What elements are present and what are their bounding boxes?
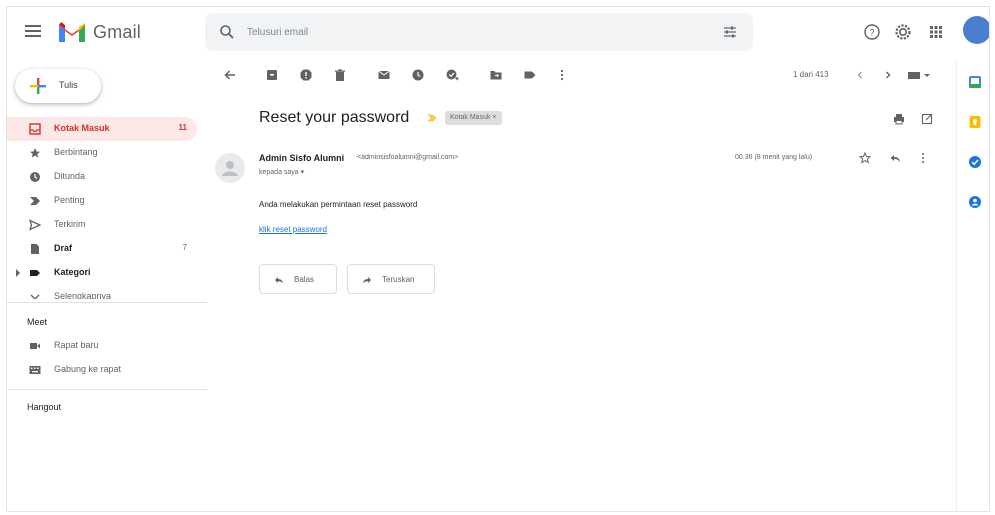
sidebar-item-sent[interactable]: Terkirim — [7, 213, 197, 237]
search-options-icon[interactable] — [723, 25, 737, 39]
side-panel — [956, 61, 989, 511]
calendar-icon[interactable] — [968, 75, 982, 89]
sidebar-item-inbox[interactable]: Kotak Masuk 11 — [7, 117, 197, 141]
unread-count: 11 — [178, 123, 187, 132]
message-toolbar: 1 dari 413 — [207, 61, 952, 91]
compose-plus-icon — [30, 78, 46, 94]
input-tools-keyboard-icon[interactable] — [907, 68, 931, 82]
sidebar-item-snoozed[interactable]: Ditunda — [7, 165, 197, 189]
compose-label: Tulis — [59, 80, 78, 90]
pagination-text: 1 dari 413 — [793, 70, 829, 79]
sidebar-item-label: Draf — [54, 243, 73, 253]
importance-marker-icon[interactable] — [427, 113, 437, 123]
sidebar-item-categories[interactable]: Kategori — [7, 261, 197, 285]
sidebar-item-label: Berbintang — [54, 147, 98, 157]
delete-trash-icon[interactable] — [333, 68, 347, 82]
help-icon[interactable]: ? — [863, 23, 881, 41]
more-options-icon[interactable] — [555, 68, 569, 82]
sidebar-item-label: Kategori — [54, 267, 91, 277]
meet-divider — [7, 389, 207, 390]
forward-button[interactable]: Teruskan — [347, 264, 435, 294]
hangout-section-title: Hangout — [27, 402, 62, 412]
gmail-logo[interactable]: Gmail — [57, 20, 141, 44]
person-icon — [222, 161, 238, 176]
draft-file-icon — [31, 244, 39, 254]
clock-icon — [30, 172, 40, 182]
report-spam-icon[interactable] — [299, 68, 313, 82]
draft-count: 7 — [182, 243, 187, 252]
search-icon[interactable] — [219, 24, 235, 40]
settings-gear-icon[interactable] — [894, 23, 912, 41]
header: Gmail ? — [7, 7, 989, 59]
newer-chevron-icon[interactable] — [853, 68, 867, 82]
more-chevron-icon — [30, 294, 40, 299]
reply-label: Balas — [294, 275, 315, 284]
forward-label: Teruskan — [382, 275, 415, 284]
archive-icon[interactable] — [265, 68, 279, 82]
message-more-icon[interactable] — [917, 152, 929, 164]
compose-button[interactable]: Tulis — [15, 69, 101, 103]
sidebar-item-label: Terkirim — [54, 219, 86, 229]
forward-icon — [363, 277, 371, 284]
search-input[interactable] — [247, 21, 667, 43]
sidebar-item-label: Ditunda — [54, 171, 86, 181]
sender-avatar[interactable] — [215, 153, 245, 183]
svg-text:?: ? — [869, 28, 874, 38]
inbox-icon — [29, 123, 41, 135]
reply-button[interactable]: Balas — [259, 264, 337, 294]
mark-unread-icon[interactable] — [377, 68, 391, 82]
keyboard-icon — [29, 366, 41, 374]
label-icon — [30, 270, 40, 276]
inbox-label-chip[interactable]: Kotak Masuk × — [445, 111, 502, 125]
open-new-window-icon[interactable] — [921, 113, 933, 125]
email-subject: Reset your password — [259, 109, 410, 126]
new-meeting-link[interactable]: Rapat baru — [7, 335, 197, 357]
reset-password-link[interactable]: klik reset password — [259, 225, 327, 234]
reply-icon — [275, 277, 283, 284]
important-icon — [30, 197, 40, 205]
gmail-m-icon — [59, 22, 85, 42]
recipient-details-toggle[interactable]: kepada saya ▾ — [259, 168, 304, 176]
reply-arrow-icon[interactable] — [889, 152, 901, 164]
search-bar[interactable] — [205, 13, 753, 51]
sender-name[interactable]: Admin Sisfo Alumni — [259, 153, 344, 163]
sidebar-item-label: Penting — [54, 195, 85, 205]
sidebar-item-more[interactable]: Selengkapnya — [7, 285, 197, 299]
tasks-icon[interactable] — [968, 155, 982, 169]
print-icon[interactable] — [893, 113, 905, 125]
expand-caret-icon[interactable] — [15, 269, 21, 277]
contacts-icon[interactable] — [968, 195, 982, 209]
join-meeting-label: Gabung ke rapat — [54, 364, 122, 374]
sidebar-item-label: Selengkapnya — [54, 291, 112, 299]
label-tag-icon[interactable] — [523, 68, 537, 82]
new-meeting-label: Rapat baru — [54, 340, 99, 350]
video-camera-icon — [30, 343, 40, 349]
add-to-tasks-icon[interactable] — [445, 68, 459, 82]
sidebar-item-drafts[interactable]: Draf 7 — [7, 237, 197, 261]
star-icon — [30, 148, 40, 158]
sidebar-nav: Kotak Masuk 11 Berbintang Ditunda Pentin… — [7, 117, 207, 303]
app-name: Gmail — [93, 21, 142, 42]
snooze-clock-icon[interactable] — [411, 68, 425, 82]
keep-notes-icon[interactable] — [968, 115, 982, 129]
star-outline-icon[interactable] — [859, 152, 871, 164]
move-to-folder-icon[interactable] — [489, 68, 503, 82]
sidebar-item-starred[interactable]: Berbintang — [7, 141, 197, 165]
sender-email: <adminsisfoalumni@gmail.com> — [357, 154, 459, 161]
apps-grid-icon[interactable] — [927, 23, 945, 41]
sidebar-item-important[interactable]: Penting — [7, 189, 197, 213]
email-body-text: Anda melakukan permintaan reset password — [259, 200, 418, 209]
gmail-window: Gmail ? — [6, 6, 990, 512]
older-chevron-icon[interactable] — [881, 68, 895, 82]
join-meeting-link[interactable]: Gabung ke rapat — [7, 359, 197, 381]
send-icon — [29, 219, 41, 231]
back-arrow-icon[interactable] — [223, 68, 237, 82]
main-menu-icon[interactable] — [23, 22, 43, 42]
account-avatar[interactable] — [963, 16, 989, 44]
sidebar-item-label: Kotak Masuk — [54, 123, 110, 133]
meet-section-title: Meet — [27, 317, 48, 327]
message-timestamp: 00.36 (8 menit yang lalu) — [735, 154, 813, 161]
nav-divider — [7, 302, 207, 303]
